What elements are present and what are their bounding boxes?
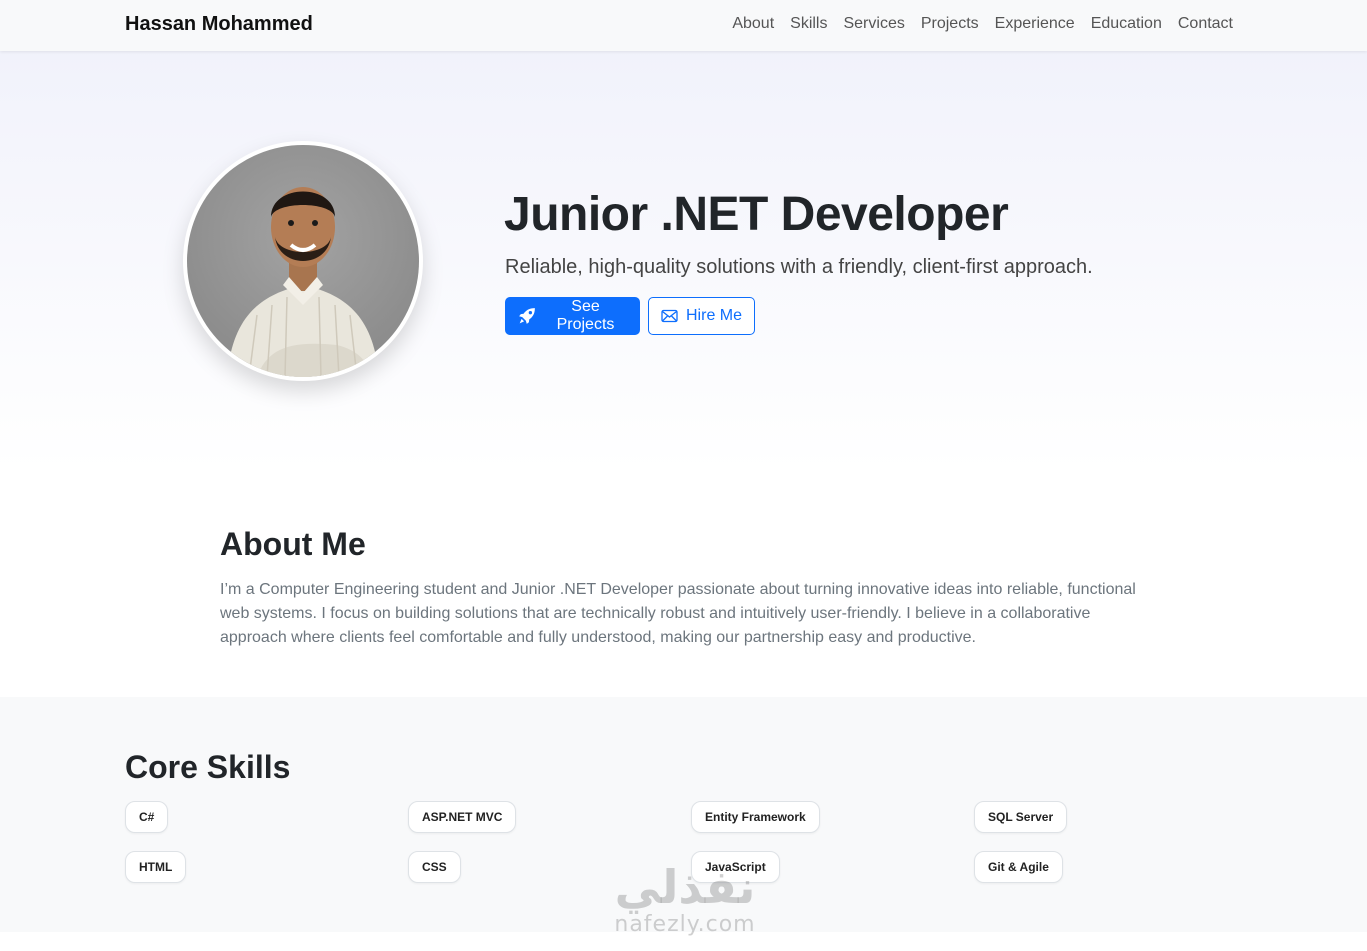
see-projects-label: See Projects	[556, 298, 615, 333]
skill-badge: SQL Server	[974, 801, 1068, 833]
nav-link-experience[interactable]: Experience	[995, 15, 1075, 33]
nav-link-contact[interactable]: Contact	[1178, 15, 1233, 33]
nav-link-skills[interactable]: Skills	[790, 15, 827, 33]
skill-badge: JavaScript	[691, 851, 780, 883]
skill-badge: Git & Agile	[974, 851, 1063, 883]
hero-subtitle: Reliable, high-quality solutions with a …	[505, 256, 1093, 278]
nav-link-education[interactable]: Education	[1091, 15, 1162, 33]
envelope-icon	[661, 309, 678, 323]
brand-link[interactable]: Hassan Mohammed	[125, 13, 313, 36]
skills-section: Core Skills C# ASP.NET MVC Entity Framew…	[0, 697, 1367, 932]
nav-link-about[interactable]: About	[732, 15, 774, 33]
about-title: About Me	[220, 526, 366, 562]
nav-link-projects[interactable]: Projects	[921, 15, 979, 33]
skill-badge: C#	[125, 801, 169, 833]
skill-badge: HTML	[125, 851, 187, 883]
profile-photo	[187, 145, 419, 377]
hire-me-button[interactable]: Hire Me	[648, 297, 755, 335]
hero-section: Junior .NET Developer Reliable, high-qua…	[0, 51, 1367, 471]
skill-badge: Entity Framework	[691, 801, 820, 833]
hero-title: Junior .NET Developer	[504, 188, 1009, 241]
profile-photo-frame	[183, 141, 423, 381]
navbar: Hassan Mohammed About Skills Services Pr…	[0, 0, 1367, 51]
nav-links: About Skills Services Projects Experienc…	[732, 15, 1233, 33]
rocket-icon	[519, 308, 535, 324]
skills-title: Core Skills	[125, 749, 291, 785]
see-projects-button[interactable]: See Projects	[505, 297, 640, 335]
skill-badge: CSS	[408, 851, 461, 883]
skill-badge: ASP.NET MVC	[408, 801, 517, 833]
about-text: I’m a Computer Engineering student and J…	[220, 581, 1136, 646]
nav-link-services[interactable]: Services	[843, 15, 904, 33]
hire-me-label: Hire Me	[686, 307, 743, 324]
